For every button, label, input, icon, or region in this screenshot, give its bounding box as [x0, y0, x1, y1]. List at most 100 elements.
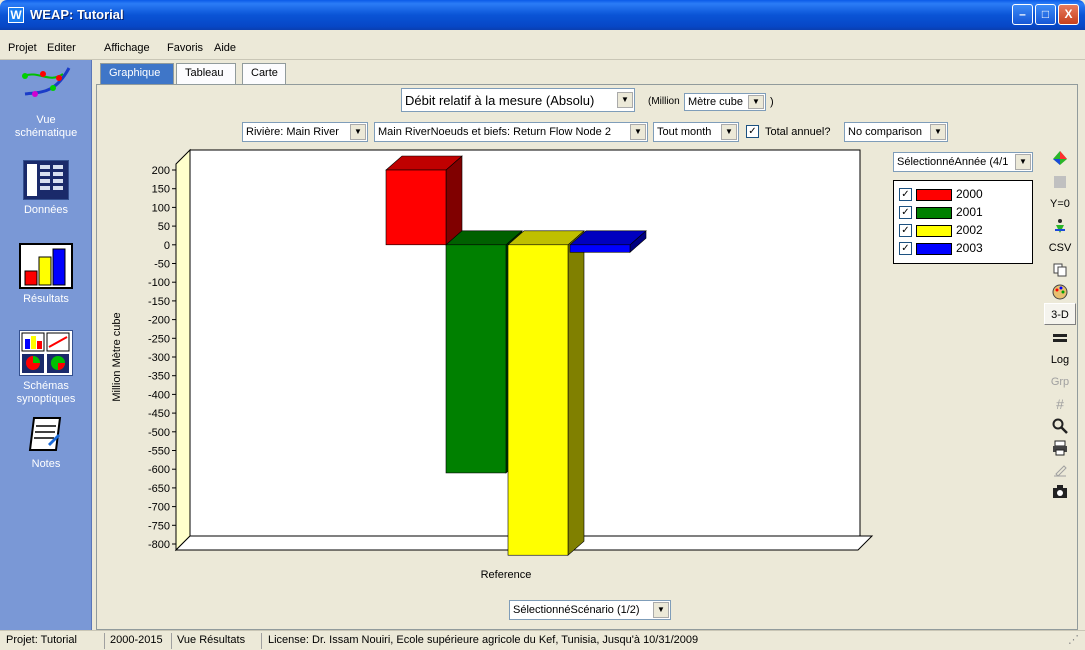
node-select-value: Main RiverNoeuds et biefs: Return Flow N… [378, 126, 611, 138]
annual-total-checkbox[interactable]: ✓ [746, 125, 759, 138]
schematic-icon [19, 64, 73, 110]
status-bar: Projet: Tutorial 2000-2015 Vue Résultats… [0, 630, 1085, 650]
legend-swatch-2003 [916, 242, 952, 255]
close-button[interactable]: X [1058, 4, 1079, 25]
tab-carte[interactable]: Carte [242, 63, 286, 84]
legend-label-2003: 2003 [956, 241, 983, 255]
legend-item-2002[interactable]: ✓ 2002 [899, 223, 983, 238]
dropdown-arrow-icon: ▼ [1015, 154, 1031, 170]
y-tick-label: 50 [158, 221, 170, 233]
stack-person-icon[interactable] [1044, 215, 1076, 237]
line-icon[interactable] [1044, 327, 1076, 349]
dropdown-arrow-icon: ▼ [748, 95, 764, 109]
bar-2002 [507, 244, 569, 556]
nav-overviews[interactable]: Schémas synoptiques [0, 330, 92, 406]
bar-2003 [569, 244, 631, 253]
status-years: 2000-2015 [110, 634, 163, 646]
year-select[interactable]: SélectionnéAnnée (4/1 ▼ [893, 152, 1033, 172]
nav-data-label: Données [23, 204, 69, 216]
palette-icon[interactable] [1044, 281, 1076, 303]
title-bar: W WEAP: Tutorial – □ X [0, 0, 1085, 30]
nav-results[interactable]: Résultats [0, 243, 92, 306]
nav-notes[interactable]: Notes [0, 414, 92, 471]
bar-2000 [385, 169, 447, 246]
dropdown-arrow-icon: ▼ [653, 602, 669, 618]
legend-label-2000: 2000 [956, 187, 983, 201]
y-tick-label: -350 [148, 371, 170, 383]
y-tick-label: -50 [154, 259, 170, 271]
nav-schematic-label2: schématique [14, 127, 78, 139]
unit-select[interactable]: Mètre cube ▼ [684, 93, 766, 111]
status-divider [261, 633, 262, 649]
status-divider [104, 633, 105, 649]
nav-schematic[interactable]: Vue schématique [0, 64, 92, 140]
legend-checkbox-2002[interactable]: ✓ [899, 224, 912, 238]
scenario-select[interactable]: SélectionnéScénario (1/2) ▼ [509, 600, 671, 620]
y-tick-label: -600 [148, 464, 170, 476]
nav-schematic-label1: Vue [36, 114, 56, 126]
3d-toggle-button[interactable]: 3-D [1044, 303, 1076, 325]
nav-notes-label: Notes [31, 458, 61, 470]
menu-aide[interactable]: Aide [214, 42, 236, 54]
y-tick-label: 100 [152, 202, 170, 214]
legend-checkbox-2000[interactable]: ✓ [899, 188, 912, 202]
status-view: Vue Résultats [177, 634, 246, 646]
node-select[interactable]: Main RiverNoeuds et biefs: Return Flow N… [374, 122, 648, 142]
variable-select[interactable]: Débit relatif à la mesure (Absolu) ▼ [401, 88, 635, 112]
dropdown-arrow-icon: ▼ [930, 124, 946, 140]
y-tick-label: -400 [148, 389, 170, 401]
legend-checkbox-2001[interactable]: ✓ [899, 206, 912, 220]
y-tick-label: -800 [148, 539, 170, 551]
unit-prefix: (Million [648, 96, 680, 107]
y-tick-label: -250 [148, 333, 170, 345]
gray-square-icon[interactable] [1044, 171, 1076, 193]
menu-projet[interactable]: Projet [8, 42, 37, 54]
zoom-icon[interactable] [1044, 415, 1076, 437]
menu-favoris[interactable]: Favoris [167, 42, 203, 54]
results-chart: 200 150 100 50 0 -50 -100 -150 -200 -250 -300 -350 -… [111, 148, 874, 581]
chart-colors-icon[interactable] [1044, 147, 1076, 169]
hand-edit-icon[interactable] [1044, 459, 1076, 481]
y-tick-label: 0 [164, 240, 170, 252]
nav-overviews-label2: synoptiques [16, 393, 76, 405]
y-tick-label: -750 [148, 520, 170, 532]
group-button[interactable]: Grp [1044, 371, 1076, 393]
month-select[interactable]: Tout month ▼ [653, 122, 739, 142]
y-tick-label: 200 [152, 165, 170, 177]
y-zero-button[interactable]: Y=0 [1044, 193, 1076, 215]
nav-overviews-label1: Schémas [23, 380, 69, 392]
view-bar: Vue schématique Données Résultats Schéma… [0, 60, 92, 630]
status-project: Projet: Tutorial [6, 634, 77, 646]
status-divider [171, 633, 172, 649]
menu-editer[interactable]: Editer [47, 42, 76, 54]
copy-icon[interactable] [1044, 259, 1076, 281]
minimize-button[interactable]: – [1012, 4, 1033, 25]
scenario-select-value: SélectionnéScénario (1/2) [513, 604, 640, 616]
results-bar-chart-icon [19, 243, 73, 289]
log-button[interactable]: Log [1044, 349, 1076, 371]
y-tick-label: -500 [148, 427, 170, 439]
menu-bar: Projet Editer Affichage Favoris Aide [0, 30, 1085, 60]
legend-checkbox-2003[interactable]: ✓ [899, 242, 912, 256]
menu-affichage[interactable]: Affichage [104, 42, 150, 54]
dropdown-arrow-icon: ▼ [617, 92, 633, 108]
comparison-select[interactable]: No comparison ▼ [844, 122, 948, 142]
chart-left-wall [175, 148, 191, 552]
print-icon[interactable] [1044, 437, 1076, 459]
csv-button[interactable]: CSV [1044, 237, 1076, 259]
dropdown-arrow-icon: ▼ [350, 124, 366, 140]
weap-app-icon: W [8, 7, 24, 23]
nav-data[interactable]: Données [0, 160, 92, 217]
y-axis-label: Million Mètre cube [111, 312, 123, 401]
resize-grip-icon[interactable]: ⋰ [1068, 633, 1079, 646]
maximize-button[interactable]: □ [1035, 4, 1056, 25]
legend-swatch-2001 [916, 206, 952, 219]
grid-icon[interactable]: # [1044, 393, 1076, 415]
camera-icon[interactable] [1044, 481, 1076, 503]
legend-item-2000[interactable]: ✓ 2000 [899, 187, 983, 202]
tab-tableau[interactable]: Tableau [176, 63, 236, 84]
river-select[interactable]: Rivière: Main River ▼ [242, 122, 368, 142]
legend-item-2001[interactable]: ✓ 2001 [899, 205, 983, 220]
tab-graphique[interactable]: Graphique [100, 63, 174, 84]
legend-item-2003[interactable]: ✓ 2003 [899, 241, 983, 256]
